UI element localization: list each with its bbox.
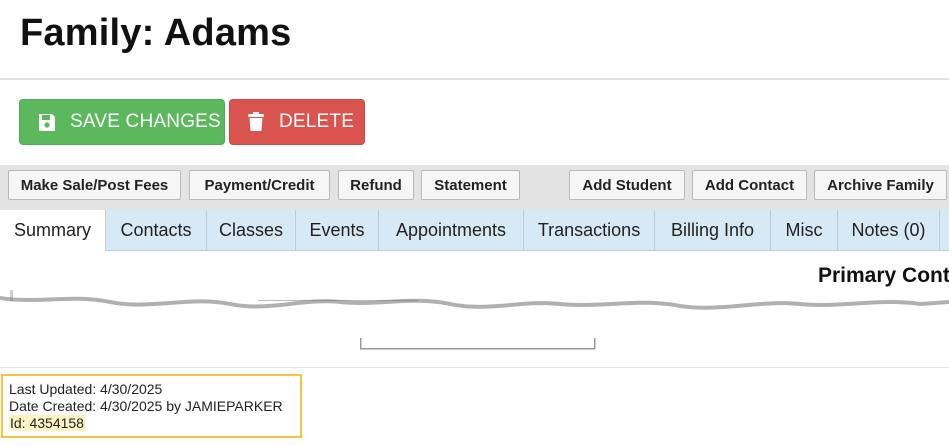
tab-billing-info[interactable]: Billing Info <box>655 210 771 251</box>
floppy-disk-icon <box>38 112 56 132</box>
primary-contact-heading: Primary Cont <box>818 264 949 287</box>
add-student-button[interactable]: Add Student <box>569 170 685 200</box>
save-changes-button[interactable]: SAVE CHANGES <box>19 99 225 145</box>
date-created-text: Date Created: 4/30/2025 by JAMIEPARKER <box>9 398 283 414</box>
tab-appointments[interactable]: Appointments <box>379 210 524 251</box>
save-changes-label: SAVE CHANGES <box>70 111 221 132</box>
section-divider <box>0 367 949 368</box>
record-info-box: Last Updated: 4/30/2025 Date Created: 4/… <box>1 374 302 438</box>
trash-can-icon <box>247 112 265 132</box>
page-title: Family: Adams <box>20 12 292 54</box>
tab-notes[interactable]: Notes (0) <box>838 210 940 251</box>
torn-edge-redaction <box>0 290 949 350</box>
tab-summary[interactable]: Summary <box>0 210 106 251</box>
tab-misc[interactable]: Misc <box>771 210 838 251</box>
delete-label: DELETE <box>279 111 355 132</box>
refund-button[interactable]: Refund <box>338 170 414 200</box>
family-tabs: Summary Contacts Classes Events Appointm… <box>0 210 949 251</box>
action-toolbar: Make Sale/Post Fees Payment/Credit Refun… <box>0 165 949 210</box>
record-id-text: Id: 4354158 <box>9 415 85 431</box>
tab-contacts[interactable]: Contacts <box>106 210 207 251</box>
tab-overflow <box>940 210 949 251</box>
last-updated-text: Last Updated: 4/30/2025 <box>9 381 163 397</box>
tab-classes[interactable]: Classes <box>207 210 296 251</box>
archive-family-button[interactable]: Archive Family <box>814 170 947 200</box>
tab-events[interactable]: Events <box>296 210 379 251</box>
statement-button[interactable]: Statement <box>421 170 520 200</box>
delete-button[interactable]: DELETE <box>229 99 365 145</box>
payment-credit-button[interactable]: Payment/Credit <box>189 170 330 200</box>
make-sale-post-fees-button[interactable]: Make Sale/Post Fees <box>8 170 181 200</box>
add-contact-button[interactable]: Add Contact <box>692 170 807 200</box>
title-divider <box>0 78 949 80</box>
tab-transactions[interactable]: Transactions <box>524 210 655 251</box>
